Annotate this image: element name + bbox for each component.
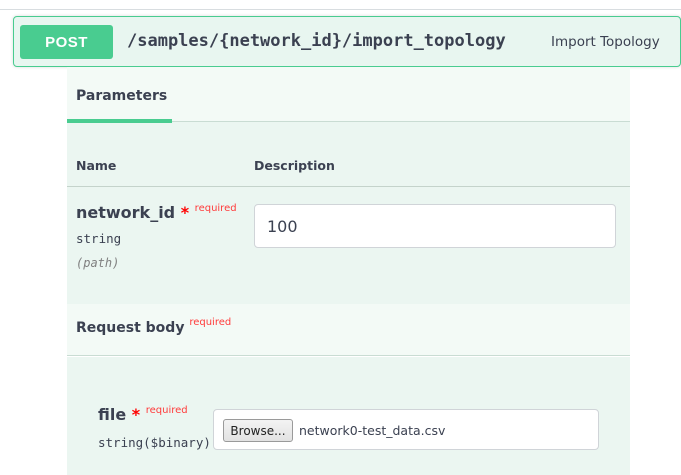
operation-summary: Import Topology [551, 34, 660, 50]
method-badge: POST [20, 25, 113, 59]
file-required-star: * [131, 405, 141, 424]
file-field-name-text: file [98, 405, 127, 424]
required-label: required [194, 203, 237, 214]
selected-file-name: network0-test_data.csv [299, 423, 446, 438]
parameter-type: string [76, 231, 122, 246]
required-star: * [180, 203, 190, 222]
top-divider [0, 9, 681, 10]
request-body-title: Request body required [76, 317, 232, 336]
file-field-type: string($binary) [98, 435, 211, 450]
parameter-name: network_id * required [76, 203, 237, 222]
column-header-divider [67, 186, 630, 187]
parameter-name-text: network_id [76, 203, 176, 222]
file-field-name: file * required [98, 405, 188, 424]
tab-parameters[interactable]: Parameters [76, 88, 167, 104]
column-header-description: Description [254, 158, 335, 173]
request-body-title-text: Request body [76, 320, 185, 336]
network-id-input[interactable]: 100 [254, 204, 616, 248]
parameter-location: (path) [76, 256, 120, 270]
active-tab-indicator [67, 119, 172, 123]
file-required-label: required [145, 405, 188, 416]
column-header-name: Name [76, 158, 117, 173]
request-body-required-label: required [189, 317, 232, 328]
endpoint-path: /samples/{network_id}/import_topology [127, 31, 506, 51]
browse-button[interactable]: Browse... [223, 419, 293, 442]
